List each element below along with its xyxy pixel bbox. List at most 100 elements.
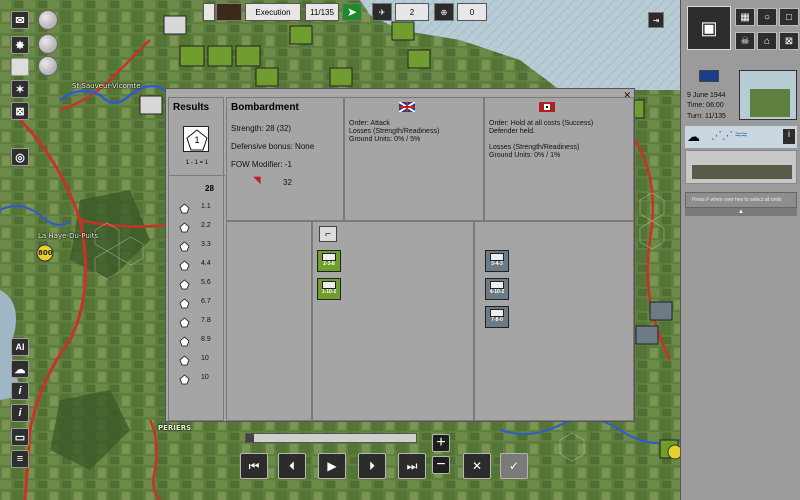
turn-counter: 11/135	[305, 3, 339, 21]
roll-value: 3.3	[201, 241, 211, 248]
tank-silhouette	[692, 165, 792, 179]
unit-counter[interactable]: 4-10-2	[485, 278, 509, 300]
monitor-icon[interactable]: ▭	[11, 428, 29, 446]
die-icon	[179, 372, 190, 385]
results-column: Results 1 1 - 1 = 1 28 1.1 2.2 3.3 4.4 5.6 6.…	[168, 97, 225, 421]
hint-box: Press F when over hex to select all unit…	[685, 192, 797, 208]
minimap[interactable]	[739, 70, 797, 120]
cloud-icon: ☁	[687, 129, 700, 144]
town-label: La Haye-Du-Puits	[38, 232, 99, 240]
skull-icon[interactable]: ☠	[735, 32, 755, 50]
route-marker-label: 800	[38, 249, 53, 257]
unit-strength: 4-10-2	[489, 289, 505, 295]
phase-indicator	[216, 3, 242, 21]
previous-frame-button[interactable]: ⏴	[278, 453, 306, 479]
zoom-round-button[interactable]	[38, 56, 58, 76]
weather-icon[interactable]: ☁	[11, 360, 29, 378]
die-icon	[179, 353, 190, 366]
replay-progress-bar[interactable]	[245, 433, 417, 443]
zoom-in-button[interactable]: +	[432, 434, 450, 452]
roll-value: 2.2	[201, 222, 211, 229]
air-icon: ✈	[372, 3, 392, 21]
right-info-panel: ▣ ▦ ○ □ ☠ ⌂ ⊠ 9 June 1944 Time: 06:00 Tu…	[680, 0, 800, 500]
die-icon	[179, 220, 190, 233]
first-frame-button[interactable]: ⏮	[240, 453, 268, 479]
last-frame-button[interactable]: ⏭	[398, 453, 426, 479]
roll-value: 8.9	[201, 336, 211, 343]
cancel-button[interactable]: ✕	[463, 453, 491, 479]
support-units-pane	[226, 221, 312, 421]
allied-flag-icon	[399, 102, 415, 112]
crossed-box-icon[interactable]: ⊠	[779, 32, 799, 50]
unit-strength: 3-4-3	[491, 261, 503, 267]
crossed-box-icon[interactable]: ⊠	[11, 102, 29, 120]
unit-strength: 2-3-8	[323, 261, 335, 267]
artillery-icon: ⌐	[319, 226, 337, 242]
selection-icon[interactable]: ▣	[687, 6, 731, 50]
town-label: St Sauveur-Vicomte	[72, 82, 141, 90]
unit-strength: 7-8-0	[491, 317, 503, 323]
next-phase-button[interactable]: ➤	[342, 3, 362, 21]
rain-icon: ⋰⋰	[711, 130, 733, 142]
document-icon[interactable]	[11, 58, 29, 76]
zoom-out-button[interactable]: −	[432, 456, 450, 474]
defender-ground-losses: Ground Units: 0% / 1%	[489, 152, 561, 159]
unit-counter[interactable]: 3-4-3	[485, 250, 509, 272]
air-counter: 2	[395, 3, 429, 21]
progress-handle[interactable]	[246, 434, 254, 442]
roll-value: 10	[201, 355, 209, 362]
info-icon[interactable]: i	[11, 404, 29, 422]
info-icon[interactable]: i	[11, 382, 29, 400]
axis-flag-icon	[539, 102, 555, 112]
circle-icon[interactable]: ○	[757, 8, 777, 26]
exit-icon[interactable]: ⇥	[648, 12, 664, 28]
play-button[interactable]: ▶	[318, 453, 346, 479]
roll-value: 1.1	[201, 203, 211, 210]
unit-counter[interactable]: 2-3-8	[317, 250, 341, 272]
fow-modifier-label: FOW Modifier: -1	[231, 160, 292, 169]
attacker-ground-losses: Ground Units: 0% / 5%	[349, 136, 421, 143]
sliders-icon[interactable]: ≡	[11, 450, 29, 468]
date-label: 9 June 1944	[687, 92, 726, 99]
turn-label: Turn: 11/135	[687, 113, 726, 120]
ai-icon[interactable]: AI	[11, 338, 29, 356]
zoom-round-button[interactable]	[38, 34, 58, 54]
zoom-round-button[interactable]	[38, 10, 58, 30]
weather-strip: ☁ ⋰⋰ ≈≈ i	[685, 126, 797, 148]
unit-counter[interactable]: 7-8-0	[485, 306, 509, 328]
envelope-icon[interactable]: ✉	[11, 11, 29, 29]
hint-text: Press F when over hex to select all unit…	[692, 197, 782, 203]
expand-arrow-icon[interactable]: ▲	[685, 208, 797, 216]
square-icon[interactable]: □	[779, 8, 799, 26]
info-icon[interactable]: i	[783, 129, 795, 144]
confirm-button[interactable]: ✓	[500, 453, 528, 479]
flag-icon	[699, 70, 719, 82]
defender-losses-header: Losses (Strength/Readiness)	[489, 144, 580, 151]
star-icon[interactable]: ✶	[11, 80, 29, 98]
die-icon	[179, 201, 190, 214]
next-frame-button[interactable]: ⏵	[358, 453, 386, 479]
attacker-units-pane: ⌐ 2-3-8 1-10-2	[312, 221, 474, 421]
die-icon	[179, 258, 190, 271]
artillery-value: 32	[283, 178, 292, 187]
target-icon: ⊕	[434, 3, 454, 21]
unit-strength: 1-10-2	[321, 289, 337, 295]
roll-value: 6.7	[201, 298, 211, 305]
fortification-icon[interactable]: ⌂	[757, 32, 777, 50]
phase-indicator-left	[203, 3, 215, 21]
settings-icon[interactable]: ◎	[11, 148, 29, 166]
attacker-order: Order: Attack	[349, 120, 390, 127]
defender-order: Order: Hold at all costs (Success)	[489, 120, 594, 127]
bombardment-title: Bombardment	[231, 102, 299, 113]
unit-counter[interactable]: 1-10-2	[317, 278, 341, 300]
explosion-icon[interactable]: ✸	[11, 36, 29, 54]
defender-panel: Order: Hold at all costs (Success) Defen…	[484, 97, 634, 221]
results-title: Results	[173, 102, 210, 113]
die-icon	[179, 315, 190, 328]
supply-counter: 0	[457, 3, 487, 21]
die-icon	[179, 239, 190, 252]
total-strength: 28	[205, 184, 214, 193]
die-icon	[179, 296, 190, 309]
grid-icon[interactable]: ▦	[735, 8, 755, 26]
roll-value: 5.6	[201, 279, 211, 286]
